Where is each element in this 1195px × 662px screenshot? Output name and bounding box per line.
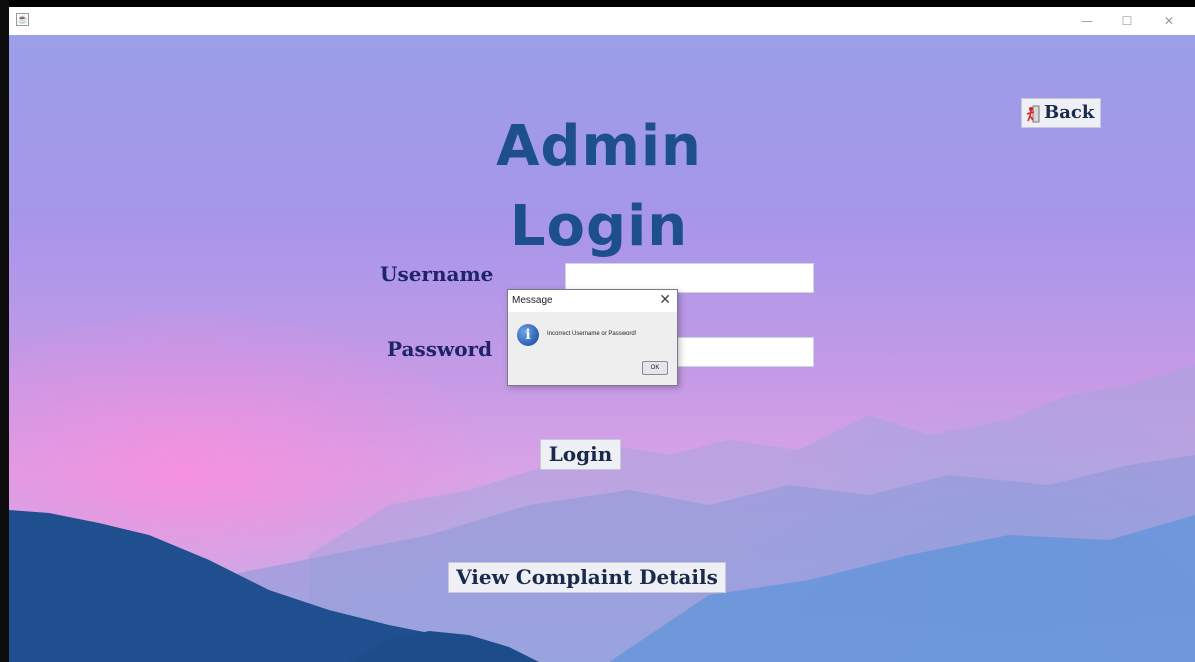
window-title-bar: ☕ — ☐ ✕ — [9, 7, 1195, 35]
maximize-icon: ☐ — [1121, 14, 1133, 28]
dialog-title: Message — [512, 295, 553, 306]
info-icon: i — [517, 324, 539, 346]
message-dialog: Message ✕ i Incorrect Username or Passwo… — [507, 289, 678, 386]
close-icon: ✕ — [1163, 14, 1175, 28]
dialog-title-bar: Message ✕ — [508, 290, 677, 312]
dialog-close-button[interactable]: ✕ — [659, 292, 671, 308]
dialog-ok-button[interactable]: OK — [642, 361, 668, 375]
view-complaint-details-button[interactable]: View Complaint Details — [448, 562, 726, 593]
exit-door-icon — [1026, 104, 1040, 123]
screen-left-edge — [0, 0, 9, 662]
password-label: Password — [387, 337, 493, 361]
minimize-icon: — — [1081, 14, 1093, 28]
dialog-message: Incorrect Username or Password! — [547, 331, 637, 337]
close-window-button[interactable]: ✕ — [1159, 11, 1179, 31]
username-label: Username — [380, 262, 494, 286]
login-panel: Admin Login Back Username Password Login… — [9, 35, 1195, 662]
java-icon: ☕ — [16, 13, 29, 26]
back-button[interactable]: Back — [1021, 98, 1102, 128]
minimize-button[interactable]: — — [1077, 11, 1097, 31]
maximize-button[interactable]: ☐ — [1117, 11, 1137, 31]
login-button[interactable]: Login — [540, 439, 621, 470]
admin-login-window: ☕ — ☐ ✕ Admin Login Back Username Passwo… — [9, 7, 1195, 662]
back-button-label: Back — [1044, 102, 1095, 123]
page-title: Admin Login — [496, 114, 702, 259]
